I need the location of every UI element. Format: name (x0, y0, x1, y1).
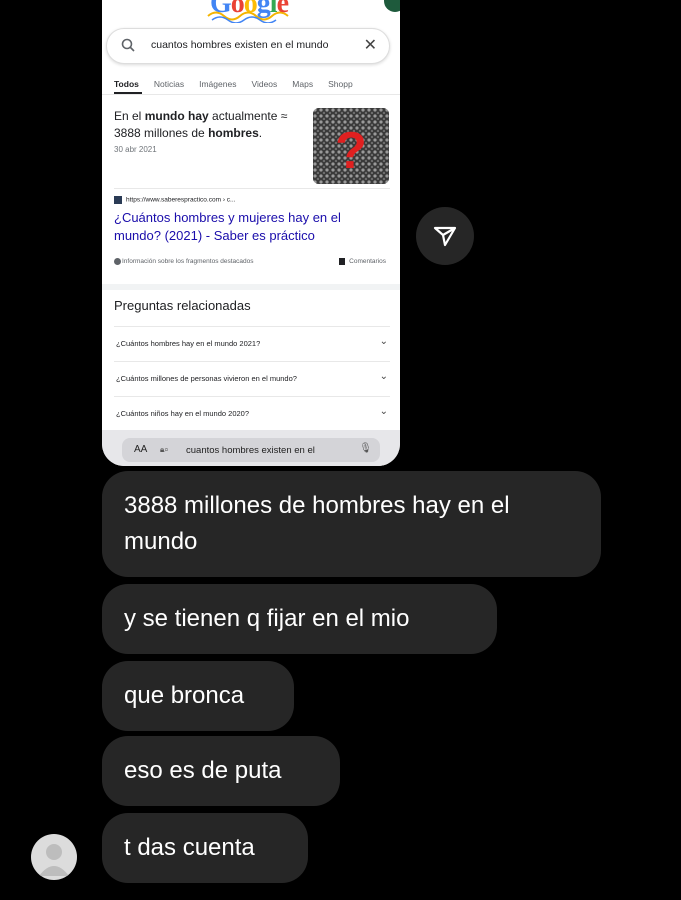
sender-avatar[interactable] (31, 834, 77, 880)
comments-link[interactable]: Comentarios (339, 258, 386, 265)
chevron-down-icon: ⌄ (379, 371, 388, 382)
svg-text:?: ? (335, 122, 367, 180)
message-bubble[interactable]: 3888 millones de hombres hay en el mundo (102, 471, 601, 577)
snippet-info-link[interactable]: Información sobre los fragmentos destaca… (122, 258, 254, 265)
info-icon (114, 258, 121, 265)
tab-videos[interactable]: Videos (251, 79, 277, 89)
snippet-date: 30 abr 2021 (114, 145, 157, 154)
question-text: ¿Cuántos niños hay en el mundo 2020? (116, 409, 250, 418)
featured-snippet: En el mundo hay actualmente ≈ 3888 millo… (114, 108, 304, 142)
related-questions-title: Preguntas relacionadas (114, 298, 251, 313)
message-bubble[interactable]: t das cuenta (102, 813, 308, 883)
message-bubble[interactable]: y se tienen q fijar en el mio (102, 584, 497, 654)
microphone-icon[interactable]: 🎙︎ (359, 443, 372, 454)
snippet-meta: Información sobre los fragmentos destaca… (114, 258, 394, 265)
account-avatar (384, 0, 400, 12)
divider (102, 94, 400, 95)
send-icon (433, 226, 457, 247)
snippet-text: En el (114, 109, 145, 123)
related-question[interactable]: ¿Cuántos niños hay en el mundo 2020? ⌄ (114, 396, 390, 431)
divider (114, 188, 390, 189)
message-bubble[interactable]: eso es de puta (102, 736, 340, 806)
tab-shopping[interactable]: Shopp (328, 79, 353, 89)
snippet-bold: hombres (208, 126, 259, 140)
tab-maps[interactable]: Maps (292, 79, 313, 89)
tab-todos[interactable]: Todos (114, 79, 139, 89)
chevron-down-icon: ⌄ (379, 406, 388, 417)
section-separator (102, 284, 400, 290)
question-text: ¿Cuántos millones de personas vivieron e… (116, 374, 297, 383)
crowd-question-image: ? (313, 108, 389, 184)
snippet-thumbnail[interactable]: ? (313, 108, 389, 184)
message-bubble[interactable]: que bronca (102, 661, 294, 731)
clear-icon[interactable]: ✕ (364, 35, 377, 55)
question-text: ¿Cuántos hombres hay en el mundo 2021? (116, 339, 261, 348)
search-tabs: Todos Noticias Imágenes Videos Maps Shopp (114, 74, 368, 92)
search-icon (121, 38, 135, 52)
default-user-icon (39, 844, 69, 876)
flag-icon (339, 258, 346, 265)
address-text: cuantos hombres existen en el (186, 445, 315, 456)
snippet-text: 3888 millones de (114, 126, 209, 140)
tab-imagenes[interactable]: Imágenes (199, 79, 236, 89)
chevron-down-icon: ⌄ (379, 336, 388, 347)
related-question[interactable]: ¿Cuántos hombres hay en el mundo 2021? ⌄ (114, 326, 390, 361)
search-box[interactable]: cuantos hombres existen en el mundo ✕ (106, 28, 390, 64)
lock-icon: 🔒︎⌕ (160, 445, 169, 454)
address-bar[interactable]: AA 🔒︎⌕ cuantos hombres existen en el 🎙︎ (122, 438, 380, 462)
text-size-button[interactable]: AA (134, 444, 147, 455)
shared-screenshot[interactable]: cuantos hombres existen en el mundo ✕ To… (102, 0, 400, 466)
source-url: https://www.saberespractico.com › c... (126, 196, 236, 204)
tab-noticias[interactable]: Noticias (154, 79, 184, 89)
site-favicon-icon (114, 196, 122, 204)
comments-label: Comentarios (349, 258, 386, 266)
result-source: https://www.saberespractico.com › c... (114, 196, 235, 204)
result-title-link[interactable]: ¿Cuántos hombres y mujeres hay en el mun… (114, 209, 384, 245)
snippet-text: . (258, 126, 263, 140)
search-query: cuantos hombres existen en el mundo (151, 39, 329, 51)
snippet-text: actualmente ≈ (208, 109, 288, 123)
snippet-bold: mundo hay (144, 109, 209, 123)
google-logo: Google (210, 0, 289, 19)
related-question[interactable]: ¿Cuántos millones de personas vivieron e… (114, 361, 390, 396)
browser-bottom-bar: AA 🔒︎⌕ cuantos hombres existen en el 🎙︎ (102, 430, 400, 466)
share-button[interactable] (416, 207, 474, 265)
